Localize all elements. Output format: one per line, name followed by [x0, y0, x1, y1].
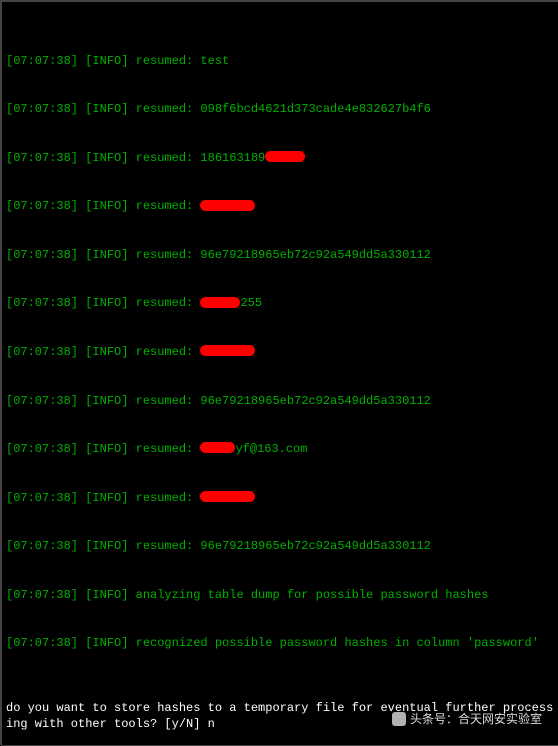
- redaction: [265, 151, 305, 162]
- redaction: [200, 297, 240, 308]
- redaction: [200, 491, 255, 502]
- log-line: [07:07:38] [INFO] resumed: 96e79218965eb…: [6, 247, 554, 263]
- watermark-logo-icon: [392, 712, 406, 726]
- redaction: [200, 442, 235, 453]
- log-line: [07:07:38] [INFO] resumed:: [6, 344, 554, 360]
- log-line: [07:07:38] [INFO] resumed: 255: [6, 295, 554, 311]
- log-line: [07:07:38] [INFO] resumed: test: [6, 53, 554, 69]
- log-line: [07:07:38] [INFO] resumed: 96e79218965eb…: [6, 538, 554, 554]
- redaction: [200, 345, 255, 356]
- log-line: [07:07:38] [INFO] resumed:: [6, 198, 554, 214]
- log-line: [07:07:38] [INFO] resumed: 96e79218965eb…: [6, 393, 554, 409]
- log-line: [07:07:38] [INFO] resumed: yf@163.com: [6, 441, 554, 457]
- watermark: 头条号：合天网安实验室: [388, 709, 546, 729]
- log-line: [07:07:38] [INFO] resumed: 098f6bcd4621d…: [6, 101, 554, 117]
- terminal-output: [07:07:38] [INFO] resumed: test [07:07:3…: [2, 2, 558, 746]
- log-line: [07:07:38] [INFO] analyzing table dump f…: [6, 587, 554, 603]
- log-line: [07:07:38] [INFO] resumed:: [6, 490, 554, 506]
- watermark-text: 头条号：合天网安实验室: [410, 711, 542, 727]
- redaction: [200, 200, 255, 211]
- log-line: [07:07:38] [INFO] recognized possible pa…: [6, 635, 554, 651]
- log-line: [07:07:38] [INFO] resumed: 186163189: [6, 150, 554, 166]
